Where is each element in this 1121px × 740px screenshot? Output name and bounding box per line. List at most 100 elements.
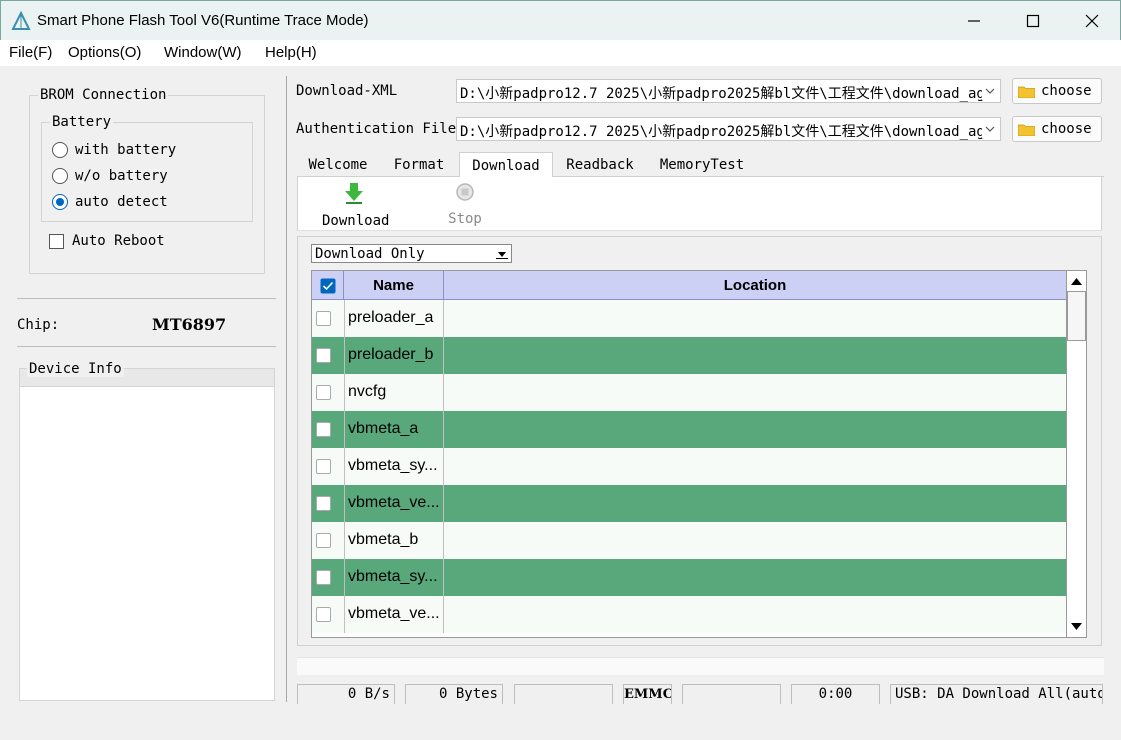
stop-tool-label: Stop: [448, 211, 482, 227]
column-header-location[interactable]: Location: [444, 271, 1066, 300]
auto-reboot-label: Auto Reboot: [72, 233, 165, 249]
auth-file-label: Authentication File: [296, 121, 457, 137]
chevron-down-icon: [982, 120, 998, 138]
row-checkbox[interactable]: [316, 385, 331, 400]
row-name: preloader_b: [344, 337, 444, 374]
minimize-button[interactable]: [945, 1, 1003, 41]
download-arrow-icon: [345, 183, 363, 204]
status-blank-2: [682, 684, 781, 704]
download-tool-label: Download: [322, 213, 390, 229]
radio-circle: [52, 142, 68, 158]
table-row[interactable]: vbmeta_ve...: [312, 485, 1066, 522]
radio-label: auto detect: [75, 194, 168, 210]
table-row[interactable]: vbmeta_a: [312, 411, 1066, 448]
table-scrollbar[interactable]: [1067, 270, 1087, 638]
row-checkbox[interactable]: [316, 311, 331, 326]
maximize-icon: [1026, 14, 1040, 28]
row-checkbox[interactable]: [316, 422, 331, 437]
table-row[interactable]: vbmeta_sy...: [312, 559, 1066, 596]
divider: [17, 346, 276, 347]
divider: [17, 298, 276, 299]
row-checkbox[interactable]: [316, 459, 331, 474]
row-checkbox[interactable]: [316, 348, 331, 363]
menu-bar: File(F) Options(O) Window(W) Help(H): [0, 40, 1121, 66]
table-row[interactable]: nvcfg: [312, 374, 1066, 411]
splitter[interactable]: [286, 76, 287, 702]
status-bytes: 0 Bytes: [405, 684, 503, 704]
download-xml-value: D:\小新padpro12.7 2025\小新padpro2025解bl文件\工…: [460, 86, 985, 102]
close-icon: [1085, 14, 1099, 28]
scroll-up-icon[interactable]: [1071, 277, 1082, 285]
close-button[interactable]: [1063, 1, 1121, 41]
checkbox-checked-icon: [320, 278, 335, 294]
table-header: Name Location: [312, 271, 1066, 300]
folder-icon: [1018, 124, 1035, 136]
menu-window[interactable]: Window(W): [164, 44, 242, 61]
header-checkbox-cell[interactable]: [312, 271, 344, 300]
auth-file-combo[interactable]: D:\小新padpro12.7 2025\小新padpro2025解bl文件\工…: [456, 117, 1001, 141]
maximize-button[interactable]: [1004, 1, 1062, 41]
download-toolbar: Download Stop: [297, 177, 1102, 231]
tool-triangle-icon: [11, 11, 31, 30]
row-name: nvcfg: [344, 374, 444, 411]
status-speed: 0 B/s: [297, 684, 395, 704]
radio-circle-selected: [52, 194, 68, 210]
download-xml-label: Download-XML: [296, 83, 398, 99]
tab-welcome[interactable]: Welcome: [297, 152, 379, 177]
row-name: vbmeta_a: [344, 411, 444, 448]
table-row[interactable]: vbmeta_b: [312, 522, 1066, 559]
tab-download[interactable]: Download: [459, 152, 553, 178]
radio-label: with battery: [75, 142, 177, 158]
tab-memorytest[interactable]: MemoryTest: [647, 152, 757, 177]
device-info-label: Device Info: [27, 361, 124, 377]
mode-select-value: Download Only: [315, 246, 425, 262]
dropdown-arrow-icon: [496, 252, 508, 259]
window-title: Smart Phone Flash Tool V6(Runtime Trace …: [37, 12, 369, 29]
table-row[interactable]: preloader_a: [312, 300, 1066, 337]
menu-options[interactable]: Options(O): [68, 44, 141, 61]
status-blank-1: [514, 684, 613, 704]
menu-file[interactable]: File(F): [9, 44, 52, 61]
row-name: vbmeta_ve...: [344, 596, 444, 633]
auto-reboot-checkbox[interactable]: Auto Reboot: [49, 233, 165, 249]
tab-readback[interactable]: Readback: [553, 152, 647, 177]
status-storage-type: EMMC: [623, 684, 672, 704]
title-bar: Smart Phone Flash Tool V6(Runtime Trace …: [0, 0, 1121, 40]
device-info-panel: [19, 386, 275, 701]
auth-file-value: D:\小新padpro12.7 2025\小新padpro2025解bl文件\工…: [460, 124, 985, 140]
chevron-down-icon: [982, 82, 998, 100]
choose-xml-button[interactable]: choose: [1012, 78, 1102, 104]
row-checkbox[interactable]: [316, 533, 331, 548]
download-xml-combo[interactable]: D:\小新padpro12.7 2025\小新padpro2025解bl文件\工…: [456, 79, 1001, 103]
row-checkbox[interactable]: [316, 607, 331, 622]
radio-wo-battery[interactable]: w/o battery: [52, 168, 168, 184]
table-row[interactable]: vbmeta_ve...: [312, 596, 1066, 633]
battery-label: Battery: [50, 114, 114, 130]
radio-auto-detect[interactable]: auto detect: [52, 194, 168, 210]
radio-circle: [52, 168, 68, 184]
choose-auth-button[interactable]: choose: [1012, 116, 1102, 142]
download-tool-button[interactable]: Download: [322, 177, 390, 229]
table-row[interactable]: vbmeta_sy...: [312, 448, 1066, 485]
scroll-down-icon[interactable]: [1071, 623, 1082, 631]
folder-icon: [1018, 86, 1035, 98]
radio-with-battery[interactable]: with battery: [52, 142, 176, 158]
menu-help[interactable]: Help(H): [265, 44, 317, 61]
column-header-name[interactable]: Name: [344, 271, 444, 300]
row-checkbox[interactable]: [316, 570, 331, 585]
row-checkbox[interactable]: [316, 496, 331, 511]
tab-bar: Welcome Format Download Readback MemoryT…: [297, 152, 1104, 178]
row-name: vbmeta_ve...: [344, 485, 444, 522]
status-time: 0:00: [791, 684, 880, 704]
chip-label: Chip:: [17, 317, 60, 333]
mode-select[interactable]: Download Only: [311, 244, 512, 263]
scroll-thumb[interactable]: [1067, 291, 1086, 341]
row-name: preloader_a: [344, 300, 444, 337]
choose-label: choose: [1041, 83, 1092, 99]
stop-tool-button[interactable]: Stop: [440, 177, 490, 227]
row-name: vbmeta_sy...: [344, 448, 444, 485]
table-row[interactable]: preloader_b: [312, 337, 1066, 374]
radio-label: w/o battery: [75, 168, 168, 184]
stop-icon: [456, 183, 474, 201]
tab-format[interactable]: Format: [379, 152, 459, 177]
